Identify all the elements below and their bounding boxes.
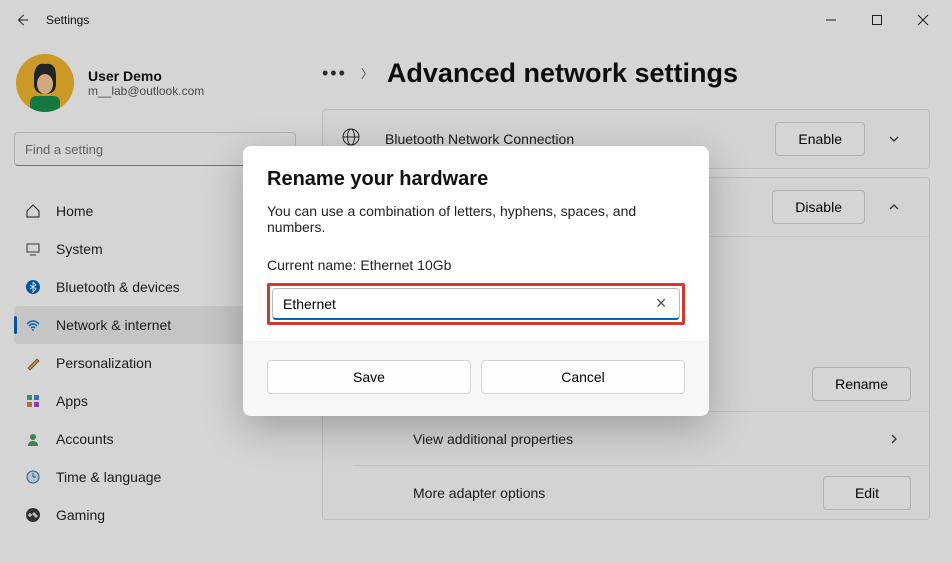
- modal-description: You can use a combination of letters, hy…: [267, 203, 685, 235]
- modal-title: Rename your hardware: [267, 168, 685, 191]
- modal-overlay: Rename your hardware You can use a combi…: [0, 0, 952, 563]
- cancel-button[interactable]: Cancel: [481, 360, 685, 394]
- rename-modal: Rename your hardware You can use a combi…: [243, 146, 709, 416]
- highlighted-input-wrap: ✕: [267, 283, 685, 325]
- save-button[interactable]: Save: [267, 360, 471, 394]
- current-name-label: Current name: Ethernet 10Gb: [267, 257, 685, 273]
- clear-input-icon[interactable]: ✕: [651, 295, 671, 312]
- rename-input[interactable]: [283, 296, 651, 312]
